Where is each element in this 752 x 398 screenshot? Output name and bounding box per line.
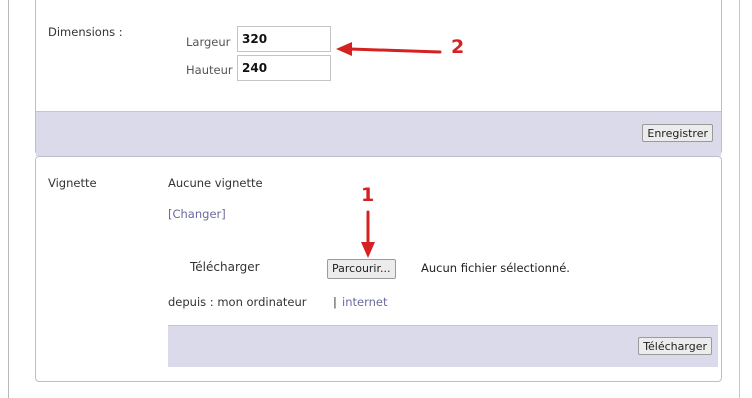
arrow-2-icon — [336, 42, 442, 56]
annotation-1: 1 — [361, 184, 375, 206]
annotation-2: 2 — [451, 36, 465, 58]
annotation-overlay — [336, 42, 442, 258]
arrow-1-icon — [361, 210, 375, 258]
